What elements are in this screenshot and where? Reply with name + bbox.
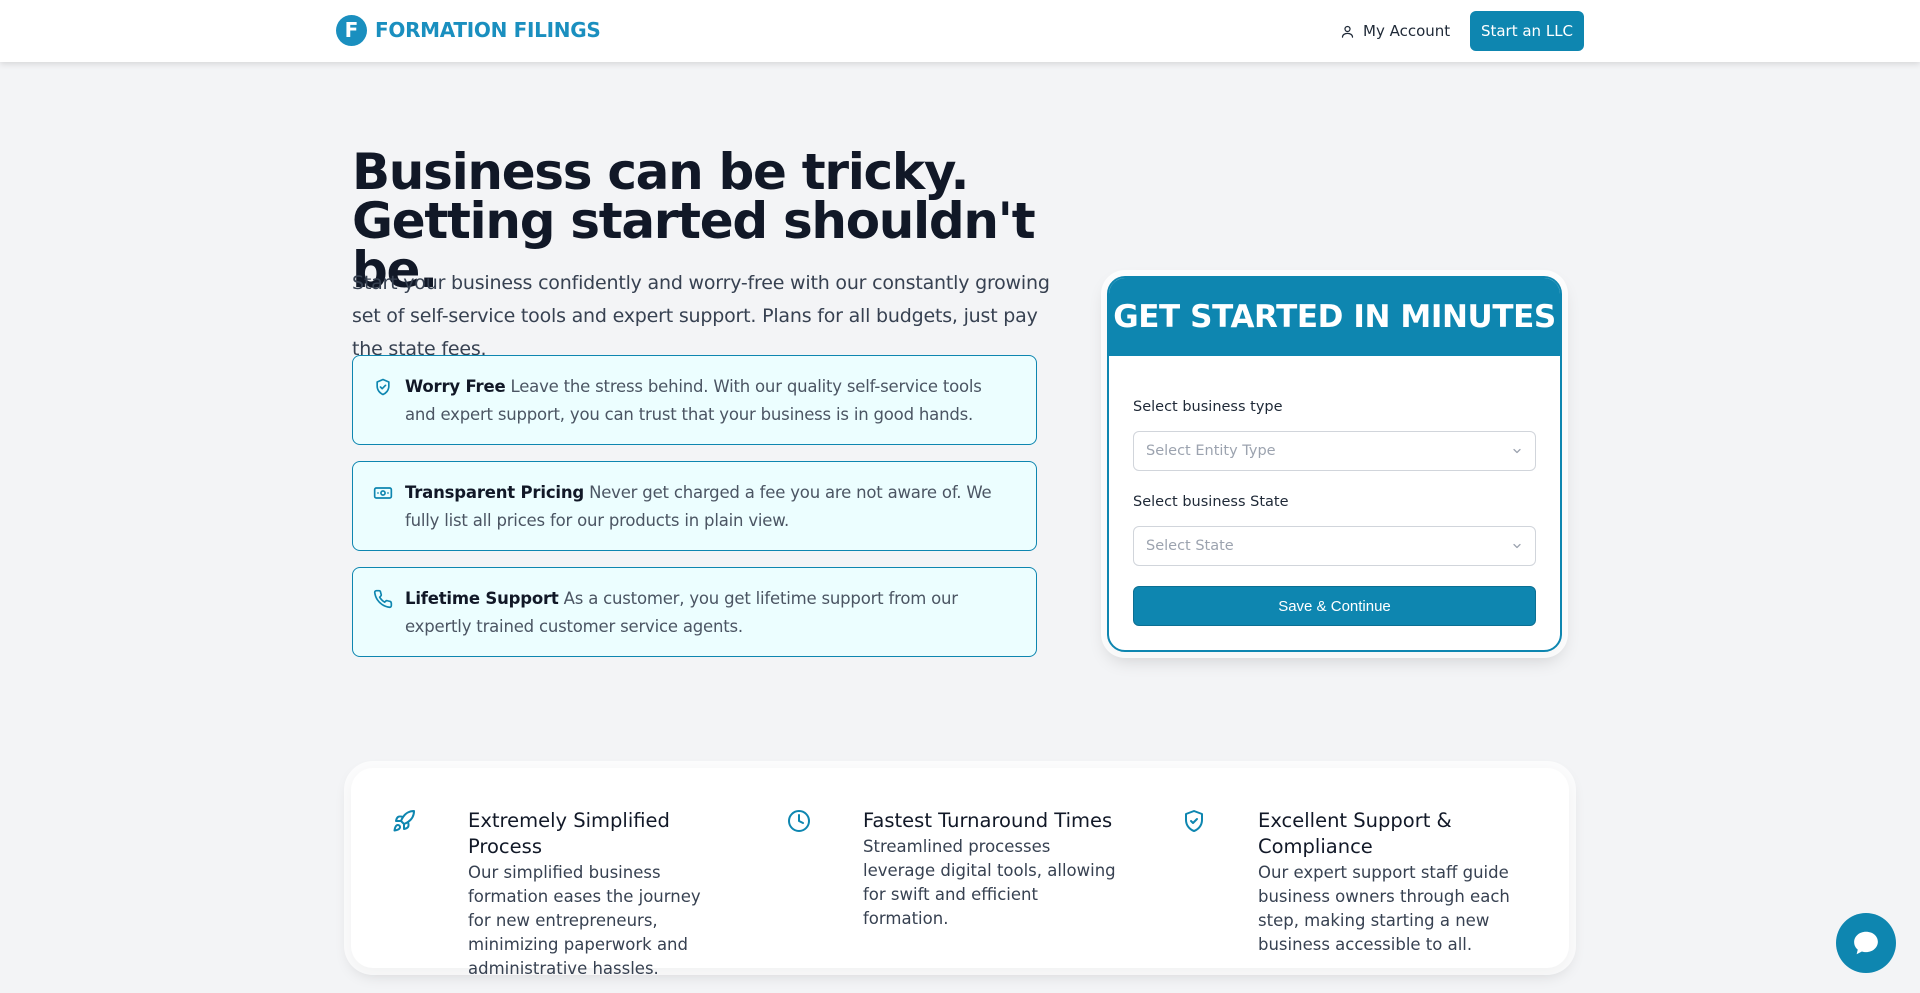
- feature-text: Worry Free Leave the stress behind. With…: [405, 373, 1016, 429]
- feature-title: Lifetime Support: [405, 589, 559, 608]
- feature-title: Worry Free: [405, 377, 506, 396]
- benefit-support-compliance: Excellent Support & Compliance Our exper…: [1182, 808, 1522, 957]
- form-heading: GET STARTED IN MINUTES: [1109, 278, 1560, 356]
- my-account-label: My Account: [1363, 22, 1451, 40]
- benefit-title: Fastest Turnaround Times: [863, 809, 1113, 832]
- my-account-link[interactable]: My Account: [1340, 19, 1450, 43]
- feature-card-lifetime-support: Lifetime Support As a customer, you get …: [352, 567, 1037, 657]
- chat-bubble-icon: [1854, 931, 1878, 955]
- business-type-select[interactable]: Select Entity Type: [1133, 431, 1536, 471]
- benefit-description: Our simplified business formation eases …: [468, 863, 701, 978]
- feature-text: Lifetime Support As a customer, you get …: [405, 585, 1016, 641]
- feature-text: Transparent Pricing Never get charged a …: [405, 479, 1016, 535]
- benefit-turnaround-times: Fastest Turnaround Times Streamlined pro…: [787, 808, 1117, 931]
- clock-icon: [788, 810, 810, 832]
- logo-text: FORMATION FILINGS: [375, 18, 601, 42]
- business-type-label: Select business type: [1133, 399, 1283, 415]
- logo-mark: F: [336, 14, 367, 46]
- business-state-label: Select business State: [1133, 494, 1289, 510]
- chat-launcher-button[interactable]: [1836, 913, 1896, 973]
- benefit-title: Extremely Simplified Process: [468, 809, 670, 858]
- rocket-icon: [393, 809, 415, 832]
- banknote-icon: [373, 487, 393, 499]
- chevron-down-icon: [1513, 448, 1521, 454]
- user-icon: [1341, 25, 1354, 38]
- site-header: F FORMATION FILINGS My Account Start an …: [0, 0, 1920, 62]
- benefit-title: Excellent Support & Compliance: [1258, 809, 1452, 858]
- feature-card-transparent-pricing: Transparent Pricing Never get charged a …: [352, 461, 1037, 551]
- feature-title: Transparent Pricing: [405, 483, 585, 502]
- benefits-panel: Extremely Simplified Process Our simplif…: [351, 768, 1569, 978]
- shield-check-icon: [1185, 810, 1203, 832]
- logo[interactable]: F FORMATION FILINGS: [336, 14, 601, 46]
- save-continue-button[interactable]: Save & Continue: [1133, 586, 1536, 626]
- business-state-placeholder: Select State: [1146, 538, 1234, 554]
- hero-subtitle: Start your business confidently and worr…: [352, 272, 1050, 360]
- benefit-simplified-process: Extremely Simplified Process Our simplif…: [392, 808, 722, 981]
- shield-check-icon: [376, 378, 390, 396]
- business-state-select[interactable]: Select State: [1133, 526, 1536, 566]
- start-llc-button[interactable]: Start an LLC: [1470, 11, 1584, 51]
- business-type-placeholder: Select Entity Type: [1146, 443, 1276, 459]
- benefit-description: Our expert support staff guide business …: [1258, 863, 1510, 954]
- get-started-form-card: GET STARTED IN MINUTES Select business t…: [1107, 276, 1562, 652]
- feature-card-worry-free: Worry Free Leave the stress behind. With…: [352, 355, 1037, 445]
- phone-icon: [373, 589, 393, 609]
- benefit-description: Streamlined processes leverage digital t…: [863, 837, 1116, 928]
- chevron-down-icon: [1513, 543, 1521, 549]
